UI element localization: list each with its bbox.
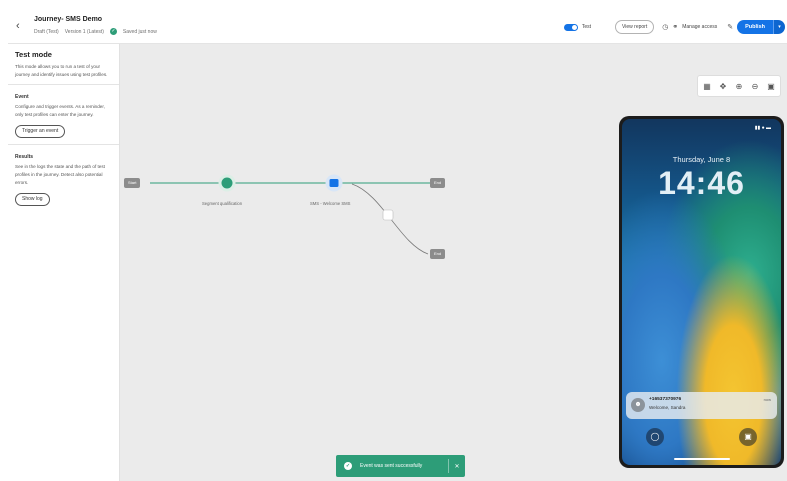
clock-icon[interactable]: ◷ <box>662 23 668 31</box>
sms-sender: +16537370976 <box>649 397 682 402</box>
app-header: ‹ Journey- SMS Demo Draft (Test) Version… <box>8 10 787 44</box>
toast-message: Event was sent successfully <box>360 463 423 469</box>
close-icon[interactable]: ✕ <box>449 463 465 470</box>
sms-message: Welcome, Sandra <box>649 405 686 410</box>
draft-status: Draft (Test) <box>34 28 59 35</box>
sms-node-label: SMS - Welcome SMS <box>310 201 351 206</box>
sms-time: now <box>763 397 771 402</box>
header-actions: Test View report ◷ ⚭ Manage access ✎ Pub… <box>563 18 787 36</box>
chevron-down-icon[interactable]: ▾ <box>773 20 785 34</box>
phone-preview: ▮▮ ● ▬ Thursday, June 8 14:46 ☻ +1653737… <box>619 116 784 468</box>
segment-node-label: Segment qualification <box>202 201 243 206</box>
phone-status-icons: ▮▮ ● ▬ <box>754 125 771 131</box>
segment-node <box>221 177 233 189</box>
panel-divider <box>8 84 119 86</box>
flashlight-icon[interactable]: ◯ <box>646 428 664 446</box>
home-indicator <box>673 458 730 460</box>
panel-title: Test mode <box>15 50 52 59</box>
grid-icon[interactable]: ▦ <box>702 82 712 91</box>
lock-date: Thursday, June 8 <box>672 155 731 164</box>
camera-icon[interactable]: ▣ <box>739 428 757 446</box>
pencil-icon[interactable]: ✎ <box>727 23 733 31</box>
view-report-button[interactable]: View report <box>615 20 655 34</box>
event-heading: Event <box>15 94 29 101</box>
phone-lock-screen: ▮▮ ● ▬ Thursday, June 8 14:46 ☻ +1653737… <box>622 119 781 465</box>
journey-meta: Draft (Test) Version 1 (Latest) ✓ Saved … <box>34 28 157 35</box>
test-mode-panel: Test mode This mode allows you to run a … <box>8 44 120 481</box>
trigger-event-button[interactable]: Trigger an event <box>15 125 66 139</box>
zoom-in-icon[interactable]: ⊕ <box>734 82 744 91</box>
lock-time: 14:46 <box>658 165 745 201</box>
minimap-icon[interactable]: ▣ <box>766 82 776 91</box>
results-description: See in the logs the state and the path o… <box>15 164 105 185</box>
saved-status: Saved just now <box>122 28 157 35</box>
sms-node <box>329 179 339 187</box>
panel-intro: This mode allows you to run a test of yo… <box>15 64 108 77</box>
sms-notification[interactable]: ☻ +16537370976 Welcome, Sandra now <box>626 392 777 419</box>
key-icon: ⚭ <box>672 24 679 31</box>
timer-node <box>382 209 394 221</box>
success-toast: ✓ Event was sent successfully ✕ <box>336 455 465 477</box>
show-log-button[interactable]: Show log <box>15 193 50 207</box>
start-chip[interactable]: Start <box>124 178 141 188</box>
version-label: Version 1 (Latest) <box>64 28 104 35</box>
fit-icon[interactable]: ✥ <box>718 82 728 91</box>
event-description: Configure and trigger events. As a remin… <box>15 104 105 117</box>
panel-divider <box>8 144 119 146</box>
results-heading: Results <box>15 154 34 161</box>
end-chip[interactable]: End <box>430 249 446 259</box>
publish-split-button: Publish ▾ <box>737 20 785 34</box>
saved-check-icon: ✓ <box>109 28 117 35</box>
zoom-out-icon[interactable]: ⊖ <box>750 82 760 91</box>
test-toggle-label: Test <box>581 24 592 30</box>
publish-button[interactable]: Publish <box>737 20 773 34</box>
test-mode-toggle[interactable] <box>563 23 578 31</box>
success-check-icon: ✓ <box>344 462 352 470</box>
back-chevron-icon[interactable]: ‹ <box>16 20 28 32</box>
contact-avatar-icon: ☻ <box>631 398 645 412</box>
end-chip[interactable]: End <box>430 178 446 188</box>
canvas-toolbar: ▦ ✥ ⊕ ⊖ ▣ <box>697 75 781 97</box>
journey-title: Journey- SMS Demo <box>34 16 103 23</box>
manage-access-button[interactable]: Manage access <box>682 24 717 30</box>
